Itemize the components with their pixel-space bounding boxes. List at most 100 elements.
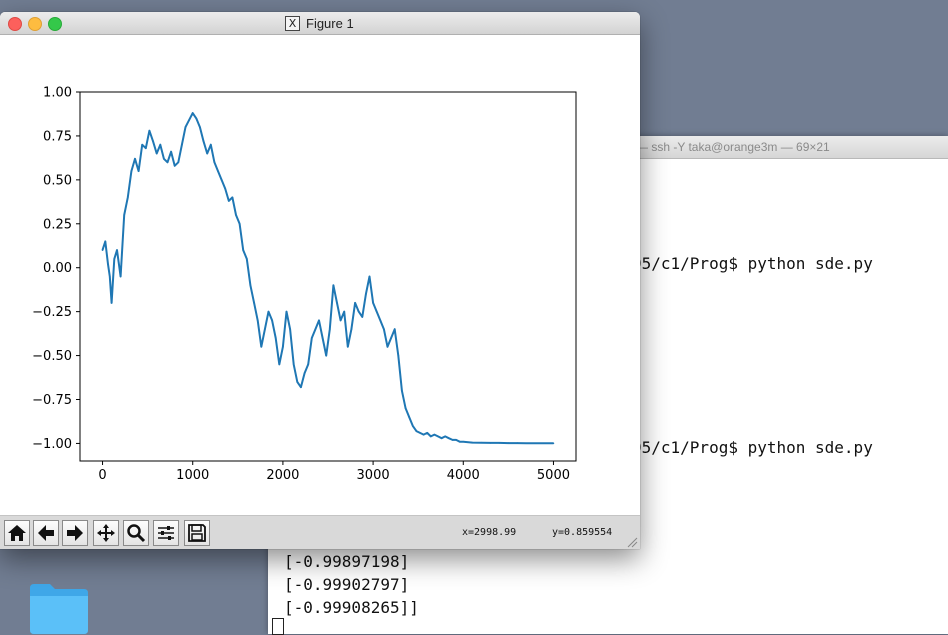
data-point — [123, 214, 125, 216]
data-point — [202, 140, 205, 142]
data-point — [224, 187, 226, 190]
data-point — [516, 442, 519, 444]
data-point — [534, 442, 537, 445]
data-point — [253, 302, 255, 304]
data-point — [195, 117, 198, 120]
y-tick-label: −0.50 — [32, 349, 72, 364]
y-tick-label: 0.75 — [43, 129, 72, 144]
data-point — [329, 328, 331, 331]
home-button[interactable] — [4, 520, 30, 546]
data-point — [152, 140, 154, 142]
resize-grip-icon[interactable] — [626, 536, 638, 548]
data-point — [184, 126, 187, 128]
data-point — [448, 437, 450, 439]
back-button[interactable] — [33, 520, 59, 546]
data-point — [235, 214, 237, 216]
data-point — [256, 319, 259, 322]
data-point — [181, 143, 183, 146]
folder-icon[interactable] — [28, 578, 90, 634]
data-point — [543, 442, 546, 445]
data-point — [282, 345, 284, 348]
close-window-button[interactable] — [8, 17, 22, 31]
forward-button[interactable] — [62, 520, 88, 546]
data-point — [357, 310, 360, 313]
y-tick-label: 0.00 — [43, 261, 72, 276]
zoom-button[interactable] — [123, 520, 149, 546]
data-point — [525, 442, 528, 445]
y-tick-label: −0.25 — [32, 305, 72, 320]
data-point — [397, 354, 400, 357]
y-tick-label: 1.00 — [43, 86, 72, 101]
data-point — [101, 249, 104, 251]
y-tick-label: −1.00 — [32, 437, 72, 452]
configure-subplots-button[interactable] — [153, 520, 179, 546]
maximize-window-button[interactable] — [48, 17, 62, 31]
data-point — [321, 337, 324, 339]
data-point — [213, 161, 216, 164]
data-point — [119, 275, 122, 278]
data-point — [296, 381, 299, 383]
data-point — [108, 275, 111, 278]
data-point — [347, 345, 349, 348]
data-point — [458, 440, 461, 443]
cursor-y-readout: y=0.859554 — [552, 527, 613, 538]
data-point — [440, 437, 443, 439]
data-point — [386, 345, 389, 348]
data-point — [401, 389, 403, 392]
data-point — [339, 319, 342, 322]
data-point — [411, 425, 414, 427]
data-point — [310, 337, 313, 339]
data-point — [264, 328, 266, 331]
data-point — [343, 310, 346, 313]
data-point — [155, 152, 158, 155]
data-point — [426, 432, 429, 434]
plot-area[interactable]: 0 1000 2000 3000 4000 5000 1.00 0.75 0.50 0.25 0.0… — [0, 35, 640, 515]
data-point — [148, 129, 151, 132]
data-point — [444, 435, 447, 438]
data-point — [552, 442, 555, 445]
x-tick-label: 2000 — [266, 468, 299, 483]
data-point — [462, 440, 465, 443]
data-point — [126, 196, 129, 199]
save-button[interactable] — [184, 520, 210, 546]
data-point — [159, 143, 162, 146]
data-point — [325, 354, 327, 357]
data-point — [422, 433, 425, 436]
terminal-cursor — [272, 618, 284, 635]
y-tick-label: 0.25 — [43, 217, 72, 232]
forward-arrow-icon — [67, 525, 83, 541]
data-point — [415, 430, 418, 432]
data-point — [300, 386, 302, 389]
y-tick-label: 0.50 — [43, 173, 72, 188]
data-point — [113, 258, 116, 260]
figure-titlebar[interactable]: X Figure 1 — [0, 12, 640, 35]
data-point — [206, 152, 208, 155]
data-point — [166, 161, 169, 164]
data-point — [274, 337, 277, 339]
terminal-title: — ssh -Y taka@orange3m — 69×21 — [636, 140, 830, 154]
data-point — [246, 258, 248, 260]
data-point — [289, 328, 291, 331]
x-tick-label: 5000 — [537, 468, 570, 483]
terminal-line: [-0.99908265]] — [284, 598, 419, 617]
data-point — [365, 293, 367, 295]
data-point — [116, 249, 118, 251]
data-point — [354, 302, 356, 304]
data-point — [231, 196, 234, 199]
data-point — [107, 263, 109, 265]
minimize-window-button[interactable] — [28, 17, 42, 31]
data-point — [271, 319, 273, 322]
data-point — [209, 143, 212, 146]
data-point — [163, 157, 165, 160]
data-point — [242, 249, 245, 251]
data-point — [430, 435, 432, 438]
terminal-line: [-0.99902797] — [284, 575, 410, 594]
data-point — [249, 284, 252, 287]
data-point — [408, 416, 410, 418]
data-point — [110, 302, 113, 304]
figure-window[interactable]: X Figure 1 0 1000 2000 3000 4000 5000 1.00 0.75… — [0, 12, 640, 549]
data-point — [191, 112, 194, 114]
data-point — [145, 147, 147, 150]
data-point — [433, 433, 436, 436]
pan-button[interactable] — [93, 520, 119, 546]
